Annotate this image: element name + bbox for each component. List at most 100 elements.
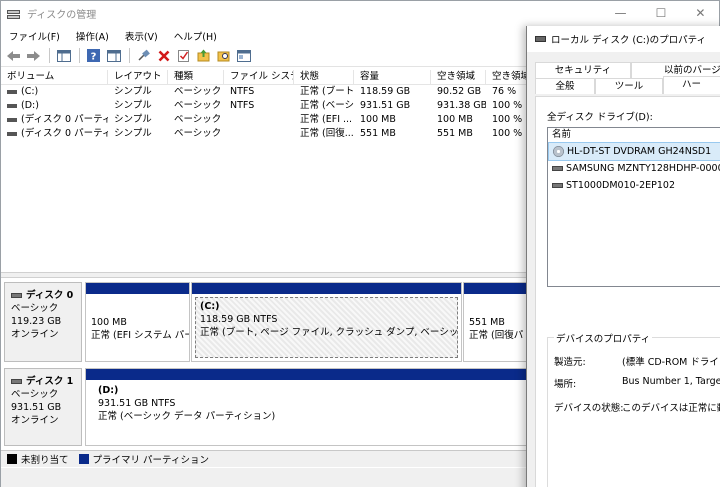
menu-view[interactable]: 表示(V) xyxy=(117,29,166,43)
delete-x-icon xyxy=(158,50,169,61)
drive-item-ssd[interactable]: SAMSUNG MZNTY128HDHP-00000 xyxy=(548,160,720,177)
disk-size: 119.23 GB xyxy=(11,316,62,327)
column-header-free-space[interactable]: 空き領域 xyxy=(431,70,486,84)
drive-list[interactable]: 名前 HL-DT-ST DVDRAM GH24NSD1 SAMSUNG MZNT… xyxy=(547,127,720,287)
drive-item-hdd[interactable]: ST1000DM010-2EP102 xyxy=(548,177,720,194)
partition-size: 100 MB xyxy=(91,317,127,328)
cell-status: 正常 (EFI ... xyxy=(300,114,353,125)
pane-splitter[interactable] xyxy=(1,272,531,278)
minimize-button[interactable]: — xyxy=(615,6,627,20)
window-pane-icon xyxy=(106,49,121,62)
column-header-free-percent[interactable]: 空き領域 xyxy=(486,70,531,84)
partition-body: 551 MB 正常 (回復パ xyxy=(464,294,530,346)
column-header-type[interactable]: 種類 xyxy=(168,70,224,84)
prop-value-manufacturer: (標準 CD-ROM ドライブ) xyxy=(622,357,720,368)
partition-body: 100 MB 正常 (EFI システム パーティ xyxy=(86,294,189,346)
volume-name: (C:) xyxy=(21,86,39,97)
forward-button[interactable] xyxy=(25,47,42,64)
partition-status: 正常 (ブート, ページ ファイル, クラッシュ ダンプ, ベーシック データ … xyxy=(200,327,457,338)
tab-security[interactable]: セキュリティ xyxy=(535,62,631,78)
check-button[interactable] xyxy=(175,47,192,64)
column-header-layout[interactable]: レイアウト xyxy=(108,70,168,84)
disk-status: オンライン xyxy=(11,329,59,340)
column-header-file-system[interactable]: ファイル システム xyxy=(224,70,294,84)
menu-file[interactable]: ファイル(F) xyxy=(1,29,68,43)
cell-volume: (D:) xyxy=(1,99,108,113)
open-button[interactable] xyxy=(195,47,212,64)
device-properties-group: デバイスのプロパティ 製造元: (標準 CD-ROM ドライブ) 場所: Bus… xyxy=(547,331,720,487)
partition-size: 551 MB xyxy=(469,317,505,328)
menu-action[interactable]: 操作(A) xyxy=(68,29,117,43)
disk-type: ベーシック xyxy=(11,389,59,400)
cell-file-system: NTFS xyxy=(230,86,255,97)
table-row[interactable]: (ディスク 0 パーティショ... シンプル ベーシック 正常 (回復... 5… xyxy=(1,127,531,141)
cell-volume: (ディスク 0 パーティショ... xyxy=(1,113,108,127)
tab-hardware[interactable]: ハー xyxy=(663,76,720,94)
cell-status: 正常 (ベーシ... xyxy=(300,100,354,111)
explore-button[interactable] xyxy=(215,47,232,64)
properties-dialog: ローカル ディスク (C:)のプロパティ セキュリティ 以前のバージョ 全般 ツ… xyxy=(526,26,720,487)
cell-capacity: 551 MB xyxy=(360,128,396,139)
partition-title: (D:) xyxy=(98,385,119,396)
maximize-button[interactable]: ☐ xyxy=(656,6,667,20)
disk-status: オンライン xyxy=(11,415,59,426)
arrow-left-icon xyxy=(7,50,20,61)
table-row[interactable]: (C:) シンプル ベーシック NTFS 正常 (ブート... 118.59 G… xyxy=(1,85,531,99)
menu-help[interactable]: ヘルプ(H) xyxy=(166,29,225,43)
show-hide-pane-button[interactable] xyxy=(105,47,122,64)
cell-file-system xyxy=(224,127,294,141)
partition-recovery[interactable]: 551 MB 正常 (回復パ xyxy=(463,282,531,362)
tab-row-front: 全般 ツール ハー xyxy=(535,76,720,94)
device-properties-title: デバイスのプロパティ xyxy=(554,331,653,345)
cell-capacity: 118.59 GB xyxy=(360,86,411,97)
drive-name: SAMSUNG MZNTY128HDHP-00000 xyxy=(566,163,720,174)
cell-free-space: 931.38 GB xyxy=(437,100,486,111)
disk-name: ディスク 1 xyxy=(26,376,74,387)
cell-type: ベーシック xyxy=(174,114,222,125)
hard-disk-icon xyxy=(552,183,563,188)
back-button[interactable] xyxy=(5,47,22,64)
partition-efi[interactable]: 100 MB 正常 (EFI システム パーティ xyxy=(85,282,190,362)
disk-0-label[interactable]: ディスク 0 ベーシック 119.23 GB オンライン xyxy=(4,282,82,362)
help-button[interactable]: ? xyxy=(85,47,102,64)
properties-button[interactable] xyxy=(235,47,252,64)
cell-layout: シンプル xyxy=(114,128,152,139)
volume-name: (ディスク 0 パーティショ... xyxy=(21,128,108,139)
cell-free-space: 90.52 GB xyxy=(437,86,482,97)
toolbar-separator xyxy=(79,48,80,63)
volume-name: (ディスク 0 パーティショ... xyxy=(21,114,108,125)
cell-status: 正常 (回復... xyxy=(300,128,354,139)
column-header-capacity[interactable]: 容量 xyxy=(354,70,431,84)
column-header-volume[interactable]: ボリューム xyxy=(1,70,108,84)
volume-list-header: ボリューム レイアウト 種類 ファイル システム 状態 容量 空き領域 空き領域 xyxy=(1,70,531,85)
legend-unallocated: 未割り当て xyxy=(21,455,69,466)
tab-general[interactable]: 全般 xyxy=(535,78,595,94)
volume-list: ボリューム レイアウト 種類 ファイル システム 状態 容量 空き領域 空き領域… xyxy=(1,70,531,270)
cell-capacity: 100 MB xyxy=(360,114,396,125)
partition-d[interactable]: (D:) 931.51 GB NTFS 正常 (ベーシック データ パーティショ… xyxy=(85,368,531,446)
drive-item-dvd[interactable]: HL-DT-ST DVDRAM GH24NSD1 xyxy=(548,142,720,161)
column-header-status[interactable]: 状態 xyxy=(294,70,354,84)
close-button[interactable]: ✕ xyxy=(695,6,705,20)
drive-list-header[interactable]: 名前 xyxy=(548,128,720,143)
cell-free-percent: 100 % xyxy=(492,100,523,111)
drive-icon xyxy=(7,103,17,108)
partition-c[interactable]: (C:) 118.59 GB NTFS 正常 (ブート, ページ ファイル, ク… xyxy=(191,282,462,362)
drive-icon xyxy=(7,117,17,122)
disk-1-label[interactable]: ディスク 1 ベーシック 931.51 GB オンライン xyxy=(4,368,82,446)
plug-icon xyxy=(137,49,150,61)
connect-button[interactable] xyxy=(135,47,152,64)
partition-status: 正常 (EFI システム パーティ xyxy=(91,330,189,341)
folder-up-icon xyxy=(197,49,210,62)
console-tree-button[interactable] xyxy=(55,47,72,64)
window-controls: — ☐ ✕ xyxy=(600,0,720,25)
tab-tools[interactable]: ツール xyxy=(595,78,663,94)
delete-button[interactable] xyxy=(155,47,172,64)
legend-primary-partition: プライマリ パーティション xyxy=(92,455,209,466)
properties-title-bar: ローカル ディスク (C:)のプロパティ xyxy=(527,26,720,52)
drive-name: HL-DT-ST DVDRAM GH24NSD1 xyxy=(567,146,712,157)
table-row[interactable]: (D:) シンプル ベーシック NTFS 正常 (ベーシ... 931.51 G… xyxy=(1,99,531,113)
partition-bar xyxy=(86,283,189,294)
table-row[interactable]: (ディスク 0 パーティショ... シンプル ベーシック 正常 (EFI ...… xyxy=(1,113,531,127)
arrow-right-icon xyxy=(27,50,40,61)
